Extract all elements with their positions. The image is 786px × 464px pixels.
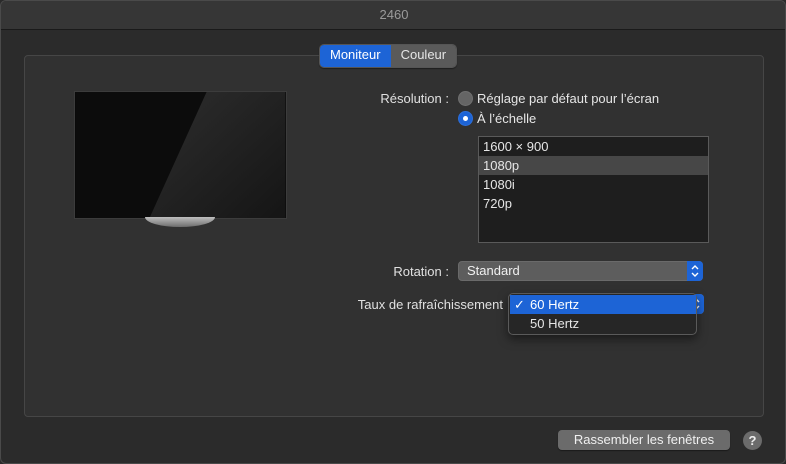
monitor-glare-icon (75, 92, 286, 218)
resolution-list[interactable]: 1600 × 900 1080p 1080i 720p (478, 136, 709, 243)
radio-scaled-label: À l’échelle (477, 111, 537, 126)
resolution-list-item[interactable]: 1600 × 900 (479, 137, 708, 156)
tab-moniteur[interactable]: Moniteur (320, 45, 391, 67)
tab-bar: Moniteur Couleur (319, 44, 458, 68)
resolution-list-item-selected[interactable]: 1080p (479, 156, 708, 175)
gather-windows-button[interactable]: Rassembler les fenêtres (558, 430, 730, 450)
refresh-rate-menu: ✓ 60 Hertz 50 Hertz (508, 293, 697, 335)
help-icon[interactable]: ? (743, 431, 762, 450)
window-title: 2460 (379, 7, 409, 22)
title-bar[interactable]: 2460 (1, 1, 785, 30)
radio-scaled-resolution[interactable]: À l’échelle (458, 111, 536, 126)
monitor-illustration (74, 91, 287, 219)
display-preferences-window: 2460 Moniteur Couleur Résolution : Régla… (0, 0, 786, 464)
refresh-option-60[interactable]: ✓ 60 Hertz (510, 295, 696, 314)
radio-button-selected-icon[interactable] (458, 111, 473, 126)
resolution-list-item[interactable]: 720p (479, 194, 708, 213)
radio-button-icon[interactable] (458, 91, 473, 106)
radio-default-label: Réglage par défaut pour l’écran (477, 91, 660, 106)
tab-couleur[interactable]: Couleur (390, 45, 457, 67)
refresh-rate-label: Taux de rafraîchissement (357, 297, 503, 312)
radio-default-resolution[interactable]: Réglage par défaut pour l’écran (458, 91, 659, 106)
refresh-option-50[interactable]: 50 Hertz (510, 314, 696, 333)
rotation-select[interactable]: Standard (458, 261, 703, 281)
checkmark-icon: ✓ (514, 297, 525, 312)
rotation-label: Rotation : (393, 264, 449, 279)
resolution-list-item[interactable]: 1080i (479, 175, 708, 194)
updown-chevron-icon[interactable] (687, 261, 703, 281)
resolution-label: Résolution : (380, 91, 449, 106)
rotation-value: Standard (467, 263, 520, 278)
